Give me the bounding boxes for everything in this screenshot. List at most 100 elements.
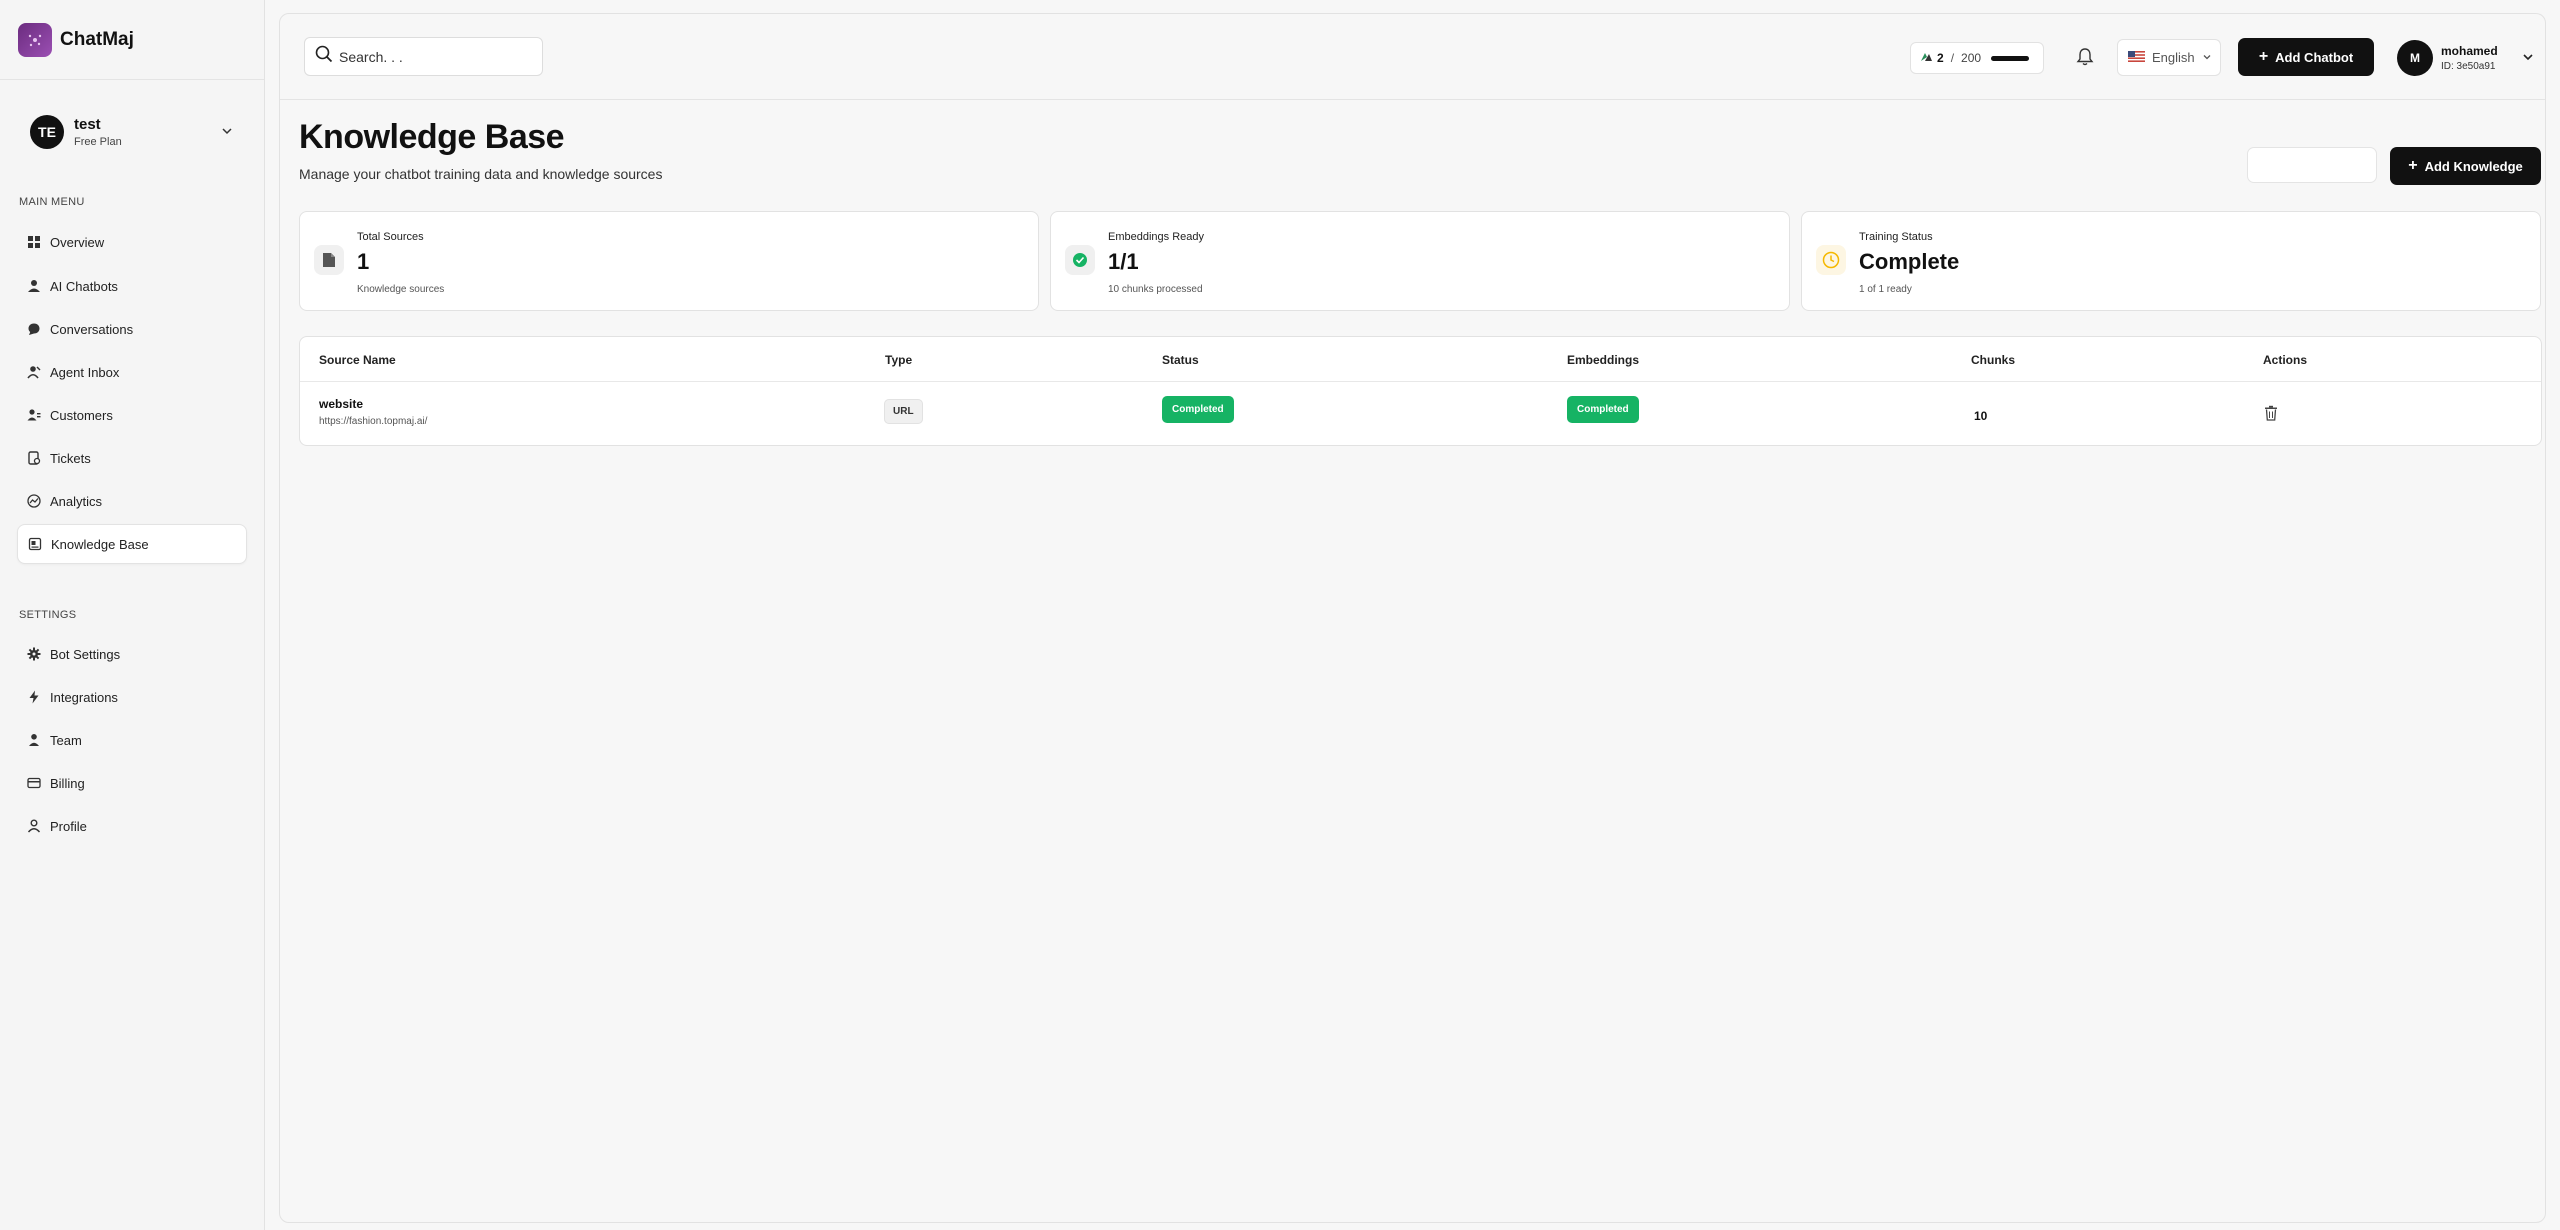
stat-card-total-sources: Total Sources 1 Knowledge sources bbox=[299, 211, 1039, 311]
sidebar-item-label: Knowledge Base bbox=[51, 536, 149, 552]
add-knowledge-button[interactable]: + Add Knowledge bbox=[2390, 147, 2541, 185]
sidebar-item-integrations[interactable]: Integrations bbox=[17, 677, 247, 717]
sidebar-item-label: Tickets bbox=[50, 450, 91, 466]
type-badge: URL bbox=[884, 399, 923, 424]
workspace-switcher[interactable]: TE test Free Plan bbox=[30, 112, 234, 152]
sidebar-item-billing[interactable]: Billing bbox=[17, 763, 247, 803]
sidebar-item-label: AI Chatbots bbox=[50, 278, 118, 294]
add-chatbot-button[interactable]: + Add Chatbot bbox=[2238, 38, 2374, 76]
type-cell: URL bbox=[884, 399, 923, 424]
search-icon bbox=[315, 45, 333, 68]
page-title: Knowledge Base bbox=[299, 118, 565, 156]
chatmaj-logo-icon bbox=[18, 22, 52, 57]
delete-trash-icon[interactable] bbox=[2262, 404, 2280, 422]
page-subtitle: Manage your chatbot training data and kn… bbox=[299, 166, 663, 182]
book-icon bbox=[28, 537, 42, 551]
stat-label: Total Sources bbox=[357, 231, 424, 243]
clock-icon bbox=[1816, 245, 1846, 275]
sidebar-item-label: Customers bbox=[50, 407, 113, 423]
stat-label: Training Status bbox=[1859, 231, 1933, 243]
chunks-count: 10 bbox=[1974, 409, 1988, 423]
sidebar-item-label: Agent Inbox bbox=[50, 364, 120, 380]
add-chatbot-label: Add Chatbot bbox=[2275, 49, 2354, 65]
sidebar-item-label: Team bbox=[50, 732, 82, 748]
analytics-icon bbox=[27, 494, 41, 508]
sidebar-item-ai-chatbots[interactable]: AI Chatbots bbox=[17, 266, 247, 306]
notification-bell-icon[interactable] bbox=[2073, 45, 2097, 69]
sidebar-item-analytics[interactable]: Analytics bbox=[17, 481, 247, 521]
add-knowledge-label: Add Knowledge bbox=[2424, 158, 2523, 174]
top-bar: 2 / 200 English + Add Chatbot M mohamed … bbox=[280, 14, 2545, 100]
team-icon bbox=[27, 733, 41, 747]
column-header-actions: Actions bbox=[2263, 353, 2308, 367]
check-circle-icon bbox=[1065, 245, 1095, 275]
users-icon bbox=[27, 408, 41, 422]
stat-value: Complete bbox=[1859, 249, 1960, 274]
gear-icon bbox=[27, 647, 41, 661]
main-panel: 2 / 200 English + Add Chatbot M mohamed … bbox=[279, 13, 2546, 1223]
sidebar-item-label: Billing bbox=[50, 775, 85, 791]
plus-icon: + bbox=[2408, 157, 2418, 174]
avatar: M bbox=[2397, 40, 2433, 76]
stat-value: 1/1 bbox=[1108, 249, 1139, 274]
stat-value: 1 bbox=[357, 249, 370, 274]
credits-used: 2 bbox=[1937, 51, 1944, 65]
chevron-down-icon[interactable] bbox=[2521, 50, 2535, 69]
sidebar-item-label: Overview bbox=[50, 234, 105, 250]
credits-usage[interactable]: 2 / 200 bbox=[1910, 42, 2044, 74]
document-icon bbox=[314, 245, 344, 275]
sidebar-item-label: Integrations bbox=[50, 689, 118, 705]
chevron-down-icon bbox=[2202, 50, 2212, 65]
sidebar-item-profile[interactable]: Profile bbox=[17, 806, 247, 846]
grid-icon bbox=[27, 235, 41, 249]
sidebar-item-label: Bot Settings bbox=[50, 646, 121, 662]
source-cell: website https://fashion.topmaj.ai/ bbox=[319, 397, 427, 427]
user-menu[interactable]: M mohamed ID: 3e50a91 bbox=[2397, 38, 2547, 78]
user-icon bbox=[27, 279, 41, 293]
credits-icon bbox=[1919, 50, 1933, 67]
sidebar-item-label: Profile bbox=[50, 818, 87, 834]
search-input[interactable] bbox=[339, 48, 529, 65]
sidebar-item-agent-inbox[interactable]: Agent Inbox bbox=[17, 352, 247, 392]
stat-card-training-status: Training Status Complete 1 of 1 ready bbox=[1801, 211, 2541, 311]
sidebar-item-tickets[interactable]: Tickets bbox=[17, 438, 247, 478]
search-box[interactable] bbox=[304, 37, 543, 76]
workspace-avatar: TE bbox=[30, 115, 64, 149]
sidebar-item-bot-settings[interactable]: Bot Settings bbox=[17, 634, 247, 674]
knowledge-sources-table: Source Name Type Status Embeddings Chunk… bbox=[299, 336, 2542, 446]
sidebar-item-customers[interactable]: Customers bbox=[17, 395, 247, 435]
stat-card-embeddings-ready: Embeddings Ready 1/1 10 chunks processed bbox=[1050, 211, 1790, 311]
column-header-chunks: Chunks bbox=[1971, 353, 2016, 367]
ticket-icon bbox=[27, 451, 41, 465]
status-badge: Completed bbox=[1162, 396, 1234, 423]
stat-foot: 1 of 1 ready bbox=[1859, 284, 1912, 295]
column-header-type: Type bbox=[885, 353, 913, 367]
agent-icon bbox=[27, 365, 41, 379]
blank-action-button[interactable] bbox=[2247, 147, 2377, 183]
sidebar-item-knowledge-base[interactable]: Knowledge Base bbox=[17, 524, 247, 564]
sidebar-item-conversations[interactable]: Conversations bbox=[17, 309, 247, 349]
chevron-down-icon[interactable] bbox=[220, 124, 234, 143]
user-id: ID: 3e50a91 bbox=[2441, 61, 2496, 72]
embeddings-badge: Completed bbox=[1567, 396, 1639, 423]
source-name: website bbox=[319, 397, 364, 411]
us-flag-icon bbox=[2128, 50, 2152, 65]
user-name: mohamed bbox=[2441, 44, 2498, 58]
brand[interactable]: ChatMaj bbox=[0, 0, 264, 80]
sidebar-item-team[interactable]: Team bbox=[17, 720, 247, 760]
column-header-status: Status bbox=[1162, 353, 1199, 367]
sidebar: ChatMaj TE test Free Plan MAIN MENU Over… bbox=[0, 0, 265, 1230]
main-menu-label: MAIN MENU bbox=[19, 196, 85, 208]
brand-name: ChatMaj bbox=[60, 28, 134, 50]
sidebar-item-overview[interactable]: Overview bbox=[17, 222, 247, 262]
bolt-icon bbox=[27, 690, 41, 704]
table-header: Source Name Type Status Embeddings Chunk… bbox=[300, 337, 2541, 382]
workspace-plan: Free Plan bbox=[74, 136, 122, 148]
credits-progress-fill bbox=[1991, 55, 2029, 61]
card-icon bbox=[27, 776, 41, 790]
language-selector[interactable]: English bbox=[2117, 39, 2221, 76]
settings-label: SETTINGS bbox=[19, 609, 77, 621]
credits-separator: / bbox=[1950, 51, 1955, 65]
stat-foot: 10 chunks processed bbox=[1108, 284, 1203, 295]
profile-icon bbox=[27, 819, 41, 833]
